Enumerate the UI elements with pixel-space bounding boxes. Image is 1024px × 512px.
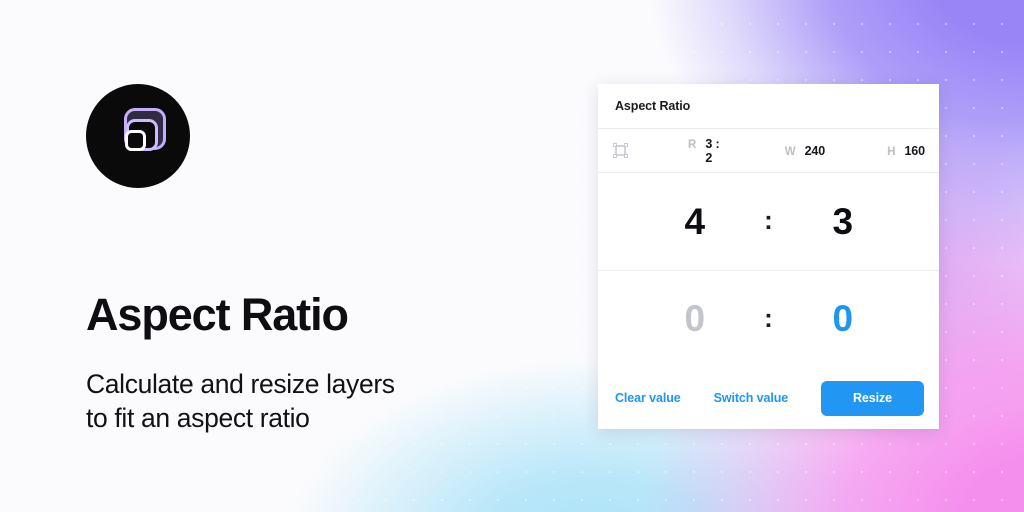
logo-square-inner [125,130,146,151]
clear-value-button[interactable]: Clear value [615,391,681,405]
plugin-footer: Clear value Switch value Resize [598,367,939,429]
resize-button[interactable]: Resize [821,380,924,416]
ratio-secondary-height-input[interactable]: 0 [787,300,899,337]
frame-handle-top-left [612,142,618,148]
plugin-header: Aspect Ratio [598,84,939,129]
ratio-primary-height-input[interactable]: 3 [787,203,899,240]
frame-handle-bottom-left [612,153,618,159]
page-subtitle: Calculate and resize layers to fit an as… [86,367,556,436]
toolbar-label-height: H [887,145,896,158]
ratio-secondary-separator: : [764,302,773,333]
ratio-secondary-width-input[interactable]: 0 [639,300,751,337]
toolbar-value-width: 240 [804,143,826,158]
page-subtitle-line-1: Calculate and resize layers [86,369,395,399]
ratio-primary-width-input[interactable]: 4 [639,203,751,240]
ratio-row-primary: 4 : 3 [598,173,939,271]
switch-value-button[interactable]: Switch value [714,391,789,405]
ratio-row-secondary: 0 : 0 [598,271,939,368]
nested-rounded-squares-logo-icon [110,108,166,164]
selection-frame-icon[interactable] [612,142,629,159]
plugin-toolbar: R 3 : 2 W 240 H 160 [598,129,939,173]
toolbar-value-ratio: 3 : 2 [705,136,720,165]
frame-handle-top-right [623,142,629,148]
app-logo-badge [86,84,190,188]
toolbar-label-width: W [784,145,796,158]
page-subtitle-line-2: to fit an aspect ratio [86,403,310,434]
page-title: Aspect Ratio [86,289,349,340]
ratio-primary-separator: : [764,205,773,236]
hero-left-column: Aspect Ratio Calculate and resize layers… [86,84,556,436]
toolbar-field-width: W 240 [784,143,826,158]
toolbar-field-height: H 160 [887,144,925,158]
frame-handle-bottom-right [623,153,629,159]
toolbar-field-ratio: R 3 : 2 [688,137,723,165]
toolbar-label-ratio: R [688,138,697,151]
plugin-window: Aspect Ratio R 3 : 2 W 240 H 160 4 : 3 0… [598,84,939,429]
toolbar-value-height: 160 [904,143,925,158]
plugin-header-title: Aspect Ratio [615,99,691,113]
